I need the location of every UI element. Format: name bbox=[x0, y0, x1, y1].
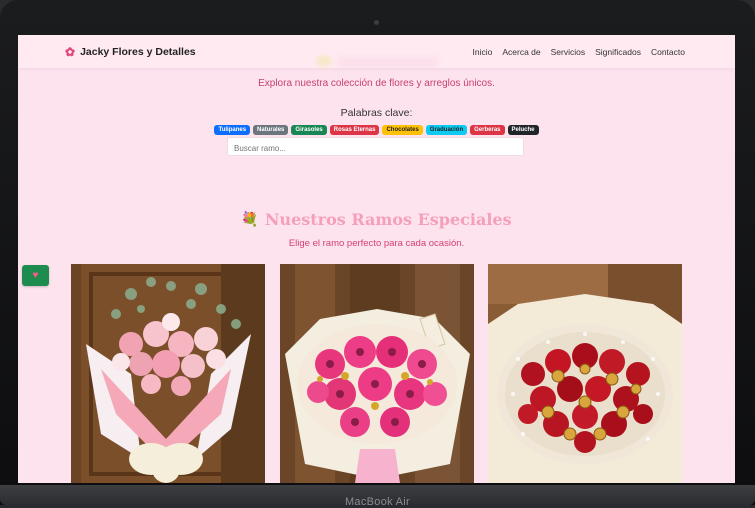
nav-link-significados[interactable]: Significados bbox=[595, 47, 641, 57]
bouquet-icon: 💐 bbox=[241, 211, 259, 228]
section-title-text: Nuestros Ramos Especiales bbox=[264, 210, 512, 229]
nav-link-contacto[interactable]: Contacto bbox=[651, 47, 685, 57]
keywords-label: Palabras clave: bbox=[340, 107, 413, 119]
keyword-badge-tulipanes[interactable]: Tulipanes bbox=[214, 125, 251, 135]
laptop-model-label: MacBook Air bbox=[344, 496, 411, 508]
section-subtitle: Elige el ramo perfecto para cada ocasión… bbox=[288, 238, 465, 249]
faded-logo bbox=[316, 55, 332, 67]
camera-dot bbox=[374, 20, 379, 25]
keyword-badges: Tulipanes Naturales Girasoles Rosas Eter… bbox=[18, 125, 735, 135]
product-card-pink-roses[interactable] bbox=[71, 264, 265, 483]
flower-icon: ✿ bbox=[65, 45, 76, 59]
nav-link-servicios[interactable]: Servicios bbox=[551, 47, 585, 57]
keyword-badge-rosas-eternas[interactable]: Rosas Eternas bbox=[329, 125, 380, 135]
nav-link-acerca[interactable]: Acerca de bbox=[502, 47, 540, 57]
brand-name: Jacky Flores y Detalles bbox=[80, 46, 196, 58]
product-card-red-roses-chocolates[interactable] bbox=[488, 264, 682, 483]
keyword-badge-gerberas[interactable]: Gerberas bbox=[470, 125, 505, 135]
heart-icon: ♥ bbox=[32, 270, 39, 281]
browser-viewport: ✿ Jacky Flores y Detalles Inicio Acerca … bbox=[18, 35, 735, 483]
nav-links: Inicio Acerca de Servicios Significados … bbox=[473, 47, 685, 57]
search-box bbox=[227, 137, 524, 157]
nav-link-inicio[interactable]: Inicio bbox=[473, 47, 493, 57]
hero-subtitle: Explora nuestra colección de flores y ar… bbox=[258, 78, 495, 89]
search-input[interactable] bbox=[228, 140, 523, 157]
product-image bbox=[488, 264, 682, 483]
product-card-pink-gerberas[interactable] bbox=[280, 264, 474, 483]
product-image bbox=[71, 264, 265, 483]
keyword-badge-naturales[interactable]: Naturales bbox=[253, 125, 289, 135]
brand[interactable]: ✿ Jacky Flores y Detalles bbox=[65, 45, 196, 59]
keyword-badge-chocolates[interactable]: Chocolates bbox=[382, 125, 423, 135]
keyword-badge-girasoles[interactable]: Girasoles bbox=[291, 125, 327, 135]
section-title: 💐 Nuestros Ramos Especiales bbox=[18, 210, 735, 229]
keyword-badge-graduacion[interactable]: Graduación bbox=[425, 125, 468, 135]
favorites-button[interactable]: ♥ bbox=[22, 265, 49, 286]
faded-title bbox=[338, 57, 438, 67]
keyword-badge-peluche[interactable]: Peluche bbox=[507, 125, 539, 135]
product-image bbox=[280, 264, 474, 483]
